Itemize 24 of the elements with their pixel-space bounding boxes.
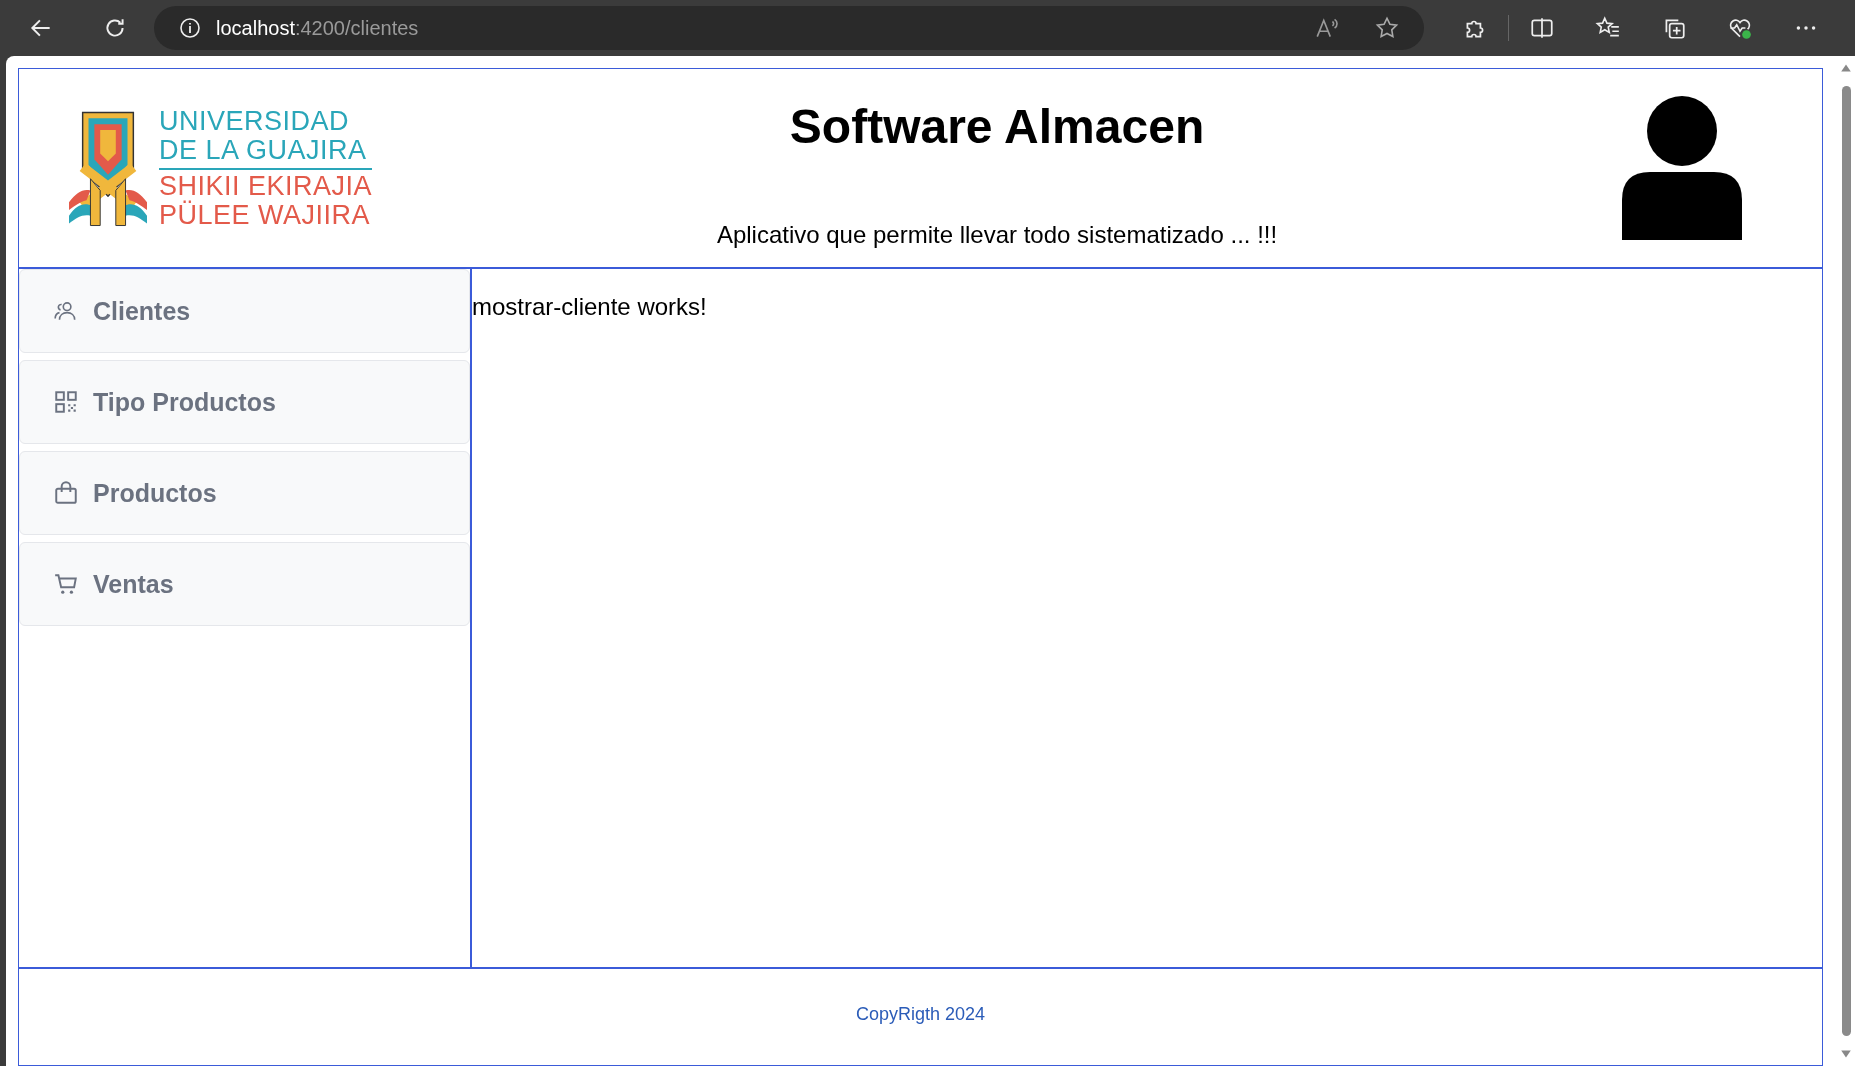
app-title: Software Almacen — [789, 99, 1205, 154]
sidebar-item[interactable]: Tipo Productos — [19, 360, 470, 444]
scroll-up-icon[interactable] — [1840, 62, 1852, 74]
logo-text: SHIKII EKIRAJIA — [159, 171, 373, 201]
info-icon[interactable] — [178, 16, 202, 40]
sidebar-item[interactable]: Clientes — [19, 269, 470, 353]
logo-text: UNIVERSIDAD — [159, 106, 351, 136]
cart-icon — [53, 571, 79, 597]
star-icon[interactable] — [1374, 15, 1400, 41]
content-text: mostrar-cliente works! — [472, 293, 707, 320]
logo-text: PÜLEE WAJIIRA — [159, 200, 372, 230]
app-subtitle: Aplicativo que permite llevar todo sistematizado ... !!! — [716, 221, 1278, 249]
bag-icon — [53, 480, 79, 506]
logo-text: DE LA GUAJIRA — [159, 135, 368, 165]
sidebar-item[interactable]: Ventas — [19, 542, 470, 626]
split-screen-icon[interactable] — [1529, 15, 1555, 41]
address-url: localhost:4200/clientes — [216, 16, 419, 40]
address-bar[interactable]: localhost:4200/clientes — [154, 6, 1424, 50]
grid-icon — [53, 389, 79, 415]
sidebar-item[interactable]: Productos — [19, 451, 470, 535]
scrollbar-thumb[interactable] — [1841, 86, 1851, 1036]
scroll-down-icon[interactable] — [1840, 1048, 1852, 1060]
user-avatar-icon[interactable] — [1622, 96, 1742, 240]
footer-text: CopyRigth 2024 — [855, 1003, 986, 1025]
